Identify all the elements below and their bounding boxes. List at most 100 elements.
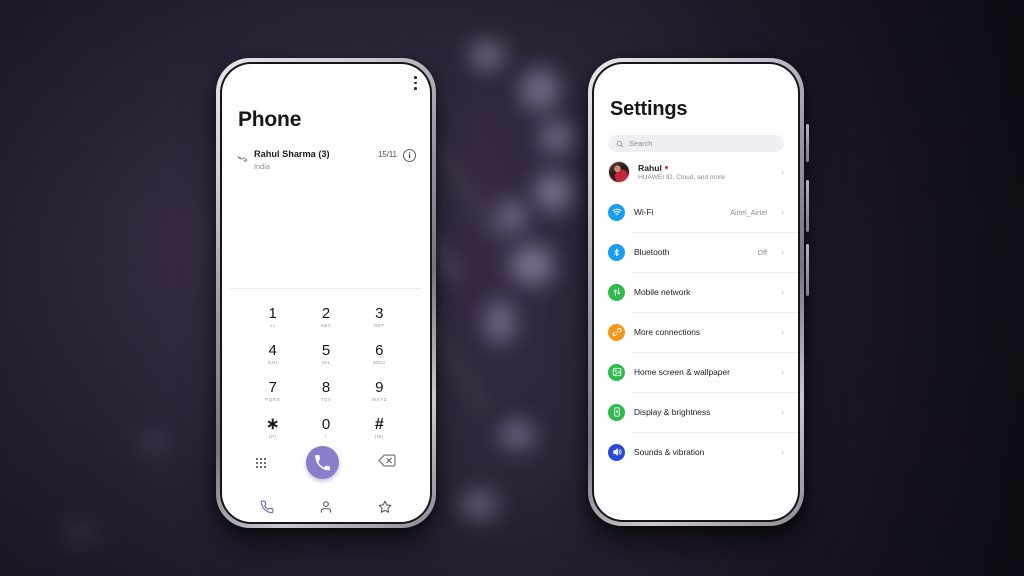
- chevron-right-icon: ›: [781, 166, 784, 177]
- dialpad-key-letters: TUV: [320, 396, 332, 402]
- call-log-date: 15/11: [378, 150, 397, 159]
- more-vertical-icon[interactable]: [414, 76, 417, 90]
- phone-app-header: [222, 64, 430, 112]
- settings-row-label: Home screen & wallpaper: [634, 367, 730, 377]
- settings-row-value: Airtel_Airtel: [730, 207, 767, 217]
- call-log-item[interactable]: Rahul Sharma (3) India 15/11 i: [222, 132, 430, 173]
- dialpad: 1 ɔɔ 2 ABC 3 DEF 4 GHI 5 JKL 6 MNO 7 PQRS 8 TUV 9 WXYZ ∗ (P…: [222, 300, 430, 444]
- settings-row-bluetooth[interactable]: Bluetooth Off ›: [594, 232, 798, 272]
- dialpad-key-4[interactable]: 4 GHI: [246, 337, 299, 370]
- chevron-right-icon: ›: [781, 446, 784, 457]
- settings-list: Wi-Fi Airtel_Airtel › Bluetooth Off › Mobile n…: [594, 192, 798, 472]
- dialpad-key-letters: +: [324, 433, 328, 439]
- chevron-right-icon: ›: [781, 326, 784, 337]
- settings-row-label: Sounds & vibration: [634, 447, 705, 457]
- dialpad-key-digit: 3: [375, 304, 384, 322]
- dialpad-key-7[interactable]: 7 PQRS: [246, 374, 299, 407]
- dialpad-key-1[interactable]: 1 ɔɔ: [246, 300, 299, 333]
- search-input[interactable]: Search: [608, 135, 784, 152]
- account-name-wrap: Rahul: [638, 163, 773, 173]
- phone-bezel-right: Settings Search Rahul HUAWEI ID, Cloud, …: [592, 62, 800, 522]
- chevron-right-icon: ›: [781, 406, 784, 417]
- dialpad-key-letters: PQRS: [265, 396, 281, 402]
- call-log-location: India: [254, 162, 271, 171]
- phone-device-left: Phone Rahul Sharma (3) India 15/11 i 1 ɔ…: [216, 58, 436, 528]
- call-log-name: Rahul Sharma (3): [254, 149, 330, 159]
- dialpad-key-hash[interactable]: # (W): [353, 411, 406, 444]
- mobile-network-icon: [608, 283, 625, 301]
- wallpaper-vignette: [0, 0, 1024, 576]
- chevron-right-icon: ›: [781, 206, 784, 217]
- settings-app-screen: Settings Search Rahul HUAWEI ID, Cloud, …: [594, 64, 798, 520]
- image-icon: [608, 363, 625, 381]
- settings-row-mobile-network[interactable]: Mobile network ›: [594, 272, 798, 312]
- dialpad-key-6[interactable]: 6 MNO: [353, 337, 406, 370]
- account-text: Rahul HUAWEI ID, Cloud, and more: [638, 163, 773, 182]
- dialpad-key-digit: #: [374, 415, 384, 433]
- dialpad-key-letters: GHI: [267, 359, 278, 365]
- settings-row-wi-fi[interactable]: Wi-Fi Airtel_Airtel ›: [594, 192, 798, 232]
- account-row[interactable]: Rahul HUAWEI ID, Cloud, and more ›: [594, 152, 798, 192]
- dialpad-key-2[interactable]: 2 ABC: [299, 300, 352, 333]
- dialpad-key-letters: DEF: [373, 322, 385, 328]
- backspace-icon[interactable]: [378, 454, 396, 472]
- dialpad-key-letters: ABC: [320, 322, 332, 328]
- chevron-right-icon: ›: [781, 246, 784, 257]
- missed-call-icon: [236, 151, 250, 169]
- wifi-icon: [608, 203, 625, 221]
- phone-bezel-left: Phone Rahul Sharma (3) India 15/11 i 1 ɔ…: [220, 62, 432, 524]
- dialpad-key-digit: 5: [321, 341, 331, 359]
- wallpaper-background: [0, 0, 1024, 576]
- tab-contacts[interactable]: [309, 496, 343, 518]
- volume-down-button[interactable]: [806, 244, 809, 296]
- account-name: Rahul: [638, 162, 662, 173]
- dialpad-action-row: [222, 446, 430, 479]
- dialpad-key-letters: ɔɔ: [269, 322, 276, 328]
- avatar: [608, 161, 630, 183]
- settings-row-more-connections[interactable]: More connections ›: [594, 312, 798, 352]
- dialpad-key-digit: 8: [321, 378, 331, 396]
- account-subtitle: HUAWEI ID, Cloud, and more: [638, 174, 725, 182]
- dialpad-key-9[interactable]: 9 WXYZ: [353, 374, 406, 407]
- settings-row-label: Display & brightness: [634, 407, 711, 417]
- call-button[interactable]: [305, 446, 339, 479]
- dialpad-key-letters: (W): [374, 433, 384, 439]
- settings-row-label: Mobile network: [634, 287, 691, 297]
- dialpad-key-star[interactable]: ∗ (P): [246, 411, 299, 444]
- dialpad-key-digit: 7: [268, 378, 277, 396]
- dialpad-key-letters: (P): [268, 433, 277, 439]
- dialpad-key-5[interactable]: 5 JKL: [299, 337, 352, 370]
- chevron-right-icon: ›: [781, 366, 784, 377]
- dialpad-key-digit: 9: [375, 378, 384, 396]
- power-button[interactable]: [806, 124, 809, 162]
- bluetooth-icon: [608, 243, 625, 261]
- dialpad-key-0[interactable]: 0 +: [299, 411, 352, 444]
- dialpad-key-digit: 0: [321, 415, 331, 433]
- settings-page-title: Settings: [610, 98, 688, 120]
- dialpad-key-8[interactable]: 8 TUV: [299, 374, 352, 407]
- chevron-right-icon: ›: [781, 286, 784, 297]
- settings-row-sounds-vibration[interactable]: Sounds & vibration ›: [594, 432, 798, 472]
- new-update-dot: [664, 166, 669, 170]
- tab-dialer[interactable]: [250, 496, 284, 518]
- settings-row-label: Wi-Fi: [634, 207, 654, 217]
- brightness-icon: [608, 403, 625, 421]
- dialpad-key-3[interactable]: 3 DEF: [353, 300, 406, 333]
- bottom-tab-bar: [222, 496, 430, 518]
- dialpad-key-digit: 6: [375, 341, 384, 359]
- settings-row-display-brightness[interactable]: Display & brightness ›: [594, 392, 798, 432]
- dialpad-key-digit: ∗: [265, 415, 280, 433]
- volume-up-button[interactable]: [806, 180, 809, 232]
- speaker-icon: [608, 443, 625, 461]
- dialpad-key-digit: 2: [321, 304, 331, 322]
- tab-favorites[interactable]: [368, 496, 402, 518]
- phone-app-screen: Phone Rahul Sharma (3) India 15/11 i 1 ɔ…: [222, 64, 430, 522]
- info-circle-icon[interactable]: i: [403, 149, 416, 162]
- link-icon: [608, 323, 625, 341]
- dialpad-grid-icon[interactable]: [256, 457, 266, 468]
- settings-row-value: Off: [757, 247, 767, 257]
- settings-row-home-screen-wallpaper[interactable]: Home screen & wallpaper ›: [594, 352, 798, 392]
- search-icon: [616, 140, 624, 147]
- call-log-text: Rahul Sharma (3) India: [250, 148, 378, 173]
- dialpad-key-letters: WXYZ: [371, 396, 387, 402]
